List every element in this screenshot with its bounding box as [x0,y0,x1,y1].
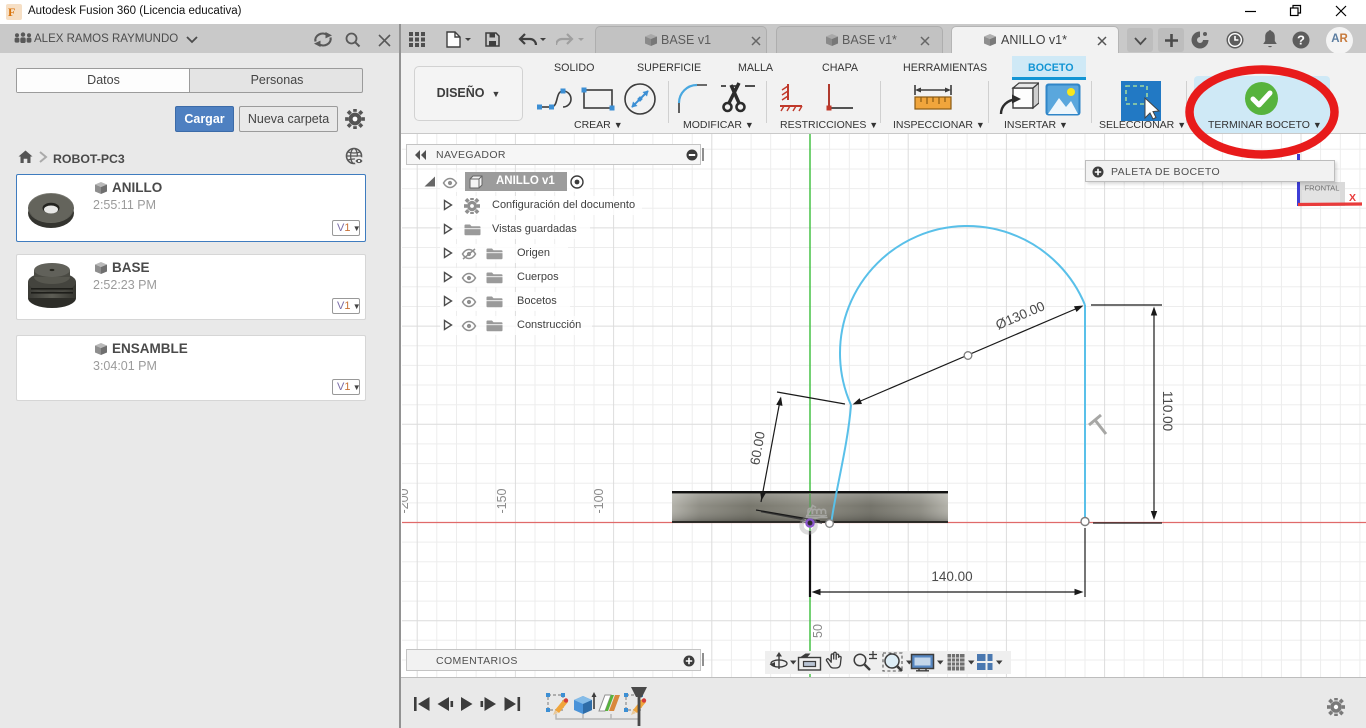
svg-text:Ø130.00: Ø130.00 [993,298,1047,332]
svg-text:?: ? [1297,33,1305,48]
svg-text:50: 50 [811,624,825,638]
svg-text:60.00: 60.00 [747,430,768,466]
svg-text:110.00: 110.00 [1160,391,1175,431]
svg-text:-150: -150 [495,488,509,513]
svg-text:X: X [1349,192,1356,204]
svg-text:-200: -200 [402,488,411,513]
svg-text:FRONTAL: FRONTAL [1305,184,1340,193]
svg-text:140.00: 140.00 [931,569,972,584]
svg-text:-100: -100 [592,488,606,513]
